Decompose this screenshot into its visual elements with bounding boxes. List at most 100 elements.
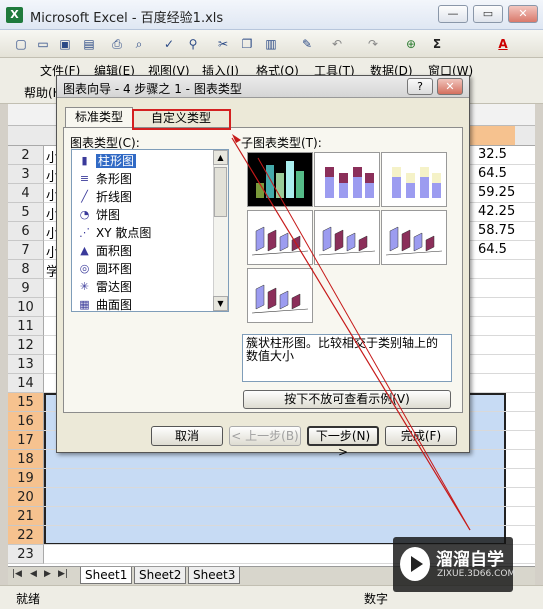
dialog-title: 图表向导 - 4 步骤之 1 - 图表类型 (63, 82, 242, 96)
close-window-button[interactable]: ✕ (508, 5, 538, 23)
restore-button[interactable]: ▭ (473, 5, 503, 23)
chart-description: 簇状柱形图。比较相交于类别轴上的数值大小 (242, 334, 452, 382)
scroll-up-icon[interactable]: ▲ (213, 150, 228, 165)
help-button[interactable]: ? (407, 78, 433, 95)
row-header[interactable]: 5 (8, 203, 44, 222)
chart-type-item[interactable]: ╱ 折线图 (74, 188, 212, 206)
row-header[interactable]: 21 (8, 507, 44, 526)
sub-type-label: 子图表类型(T): (241, 136, 322, 150)
tab-standard-types[interactable]: 标准类型 (65, 107, 133, 127)
chart-type-list[interactable]: ▮ 柱形图 ≡ 条形图 ╱ 折线图 ◔ 饼图 ⋰ XY 散点图 ▲ 面积图 ◎ 圆环图 ✳ 雷达图 ▦ 曲面图 (71, 149, 229, 312)
row-header[interactable]: 23 (8, 545, 44, 564)
row-header[interactable]: 16 (8, 412, 44, 431)
chart-type-item[interactable]: ◎ 圆环图 (74, 260, 212, 278)
chart-subtype-thumbnail[interactable] (381, 210, 447, 265)
row-header[interactable]: 8 (8, 260, 44, 279)
finish-button[interactable]: 完成(F) (385, 426, 457, 446)
row-header[interactable]: 14 (8, 374, 44, 393)
chart-subtype-thumbnail[interactable] (247, 152, 313, 207)
preview-sample-button[interactable]: 按下不放可查看示例(V) (243, 390, 451, 409)
play-icon (400, 547, 430, 581)
print-icon[interactable]: ⎙ (108, 35, 126, 53)
scroll-thumb[interactable] (214, 167, 227, 217)
font-color-icon[interactable]: A (494, 35, 512, 53)
sheet-tab-3[interactable]: Sheet3 (188, 567, 241, 584)
next-sheet-icon[interactable]: ▶ (44, 569, 51, 579)
row-header[interactable]: 12 (8, 336, 44, 355)
format-painter-icon[interactable]: ✎ (298, 35, 316, 53)
row-header[interactable]: 9 (8, 279, 44, 298)
cell-value[interactable]: 64.5 (478, 166, 507, 181)
chart-type-label-text: 条形图 (96, 172, 133, 186)
undo-icon[interactable]: ↶ (328, 35, 346, 53)
status-text: 就绪 (16, 592, 41, 606)
print-preview-icon[interactable]: ⌕ (130, 35, 148, 53)
copy-icon[interactable]: ❐ (238, 35, 256, 53)
row-header[interactable]: 3 (8, 165, 44, 184)
sheet-tab-1[interactable]: Sheet1 (80, 567, 133, 584)
cell-value[interactable]: 64.5 (478, 242, 507, 257)
line-chart-icon: ╱ (81, 190, 88, 203)
chart-subtype-thumbnail[interactable] (247, 210, 313, 265)
cell-value[interactable]: 42.25 (478, 204, 515, 219)
cell-value[interactable]: 32.5 (478, 147, 507, 162)
chart-type-item[interactable]: ✳ 雷达图 (74, 278, 212, 296)
chart-type-item[interactable]: ⋰ XY 散点图 (74, 224, 212, 242)
paste-icon[interactable]: ▥ (262, 35, 280, 53)
chart-type-item[interactable]: ▲ 面积图 (74, 242, 212, 260)
chart-subtype-thumbnail[interactable] (247, 268, 313, 323)
horizontal-bar-icon: ≡ (79, 172, 90, 185)
bar-chart-icon: ▮ (81, 154, 88, 167)
scroll-down-icon[interactable]: ▼ (213, 296, 228, 311)
dialog-close-button[interactable]: ✕ (437, 78, 463, 95)
chart-type-label-text: 曲面图 (96, 298, 133, 312)
chart-subtype-thumbnail[interactable] (314, 152, 380, 207)
row-header[interactable]: 2 (8, 146, 44, 165)
hyperlink-icon[interactable]: ⊕ (402, 35, 420, 53)
row-header[interactable]: 17 (8, 431, 44, 450)
back-button[interactable]: < 上一步(B) (229, 426, 301, 446)
spelling-icon[interactable]: ✓ (160, 35, 178, 53)
open-icon[interactable]: ▭ (34, 35, 52, 53)
cut-icon[interactable]: ✂ (214, 35, 232, 53)
research-icon[interactable]: ⚲ (184, 35, 202, 53)
pie-chart-icon: ◔ (79, 208, 90, 221)
first-sheet-icon[interactable]: |◀ (12, 569, 22, 579)
chart-type-item[interactable]: ▦ 曲面图 (74, 296, 212, 314)
chart-type-label-text: 圆环图 (96, 262, 133, 276)
minimize-button[interactable]: — (438, 5, 468, 23)
cell-value[interactable]: 59.25 (478, 185, 515, 200)
chart-type-item[interactable]: ≡ 条形图 (74, 170, 212, 188)
chart-type-label-text: XY 散点图 (96, 226, 152, 240)
chart-subtype-thumbnail[interactable] (314, 210, 380, 265)
row-header[interactable]: 22 (8, 526, 44, 545)
chart-type-item[interactable]: ▮ 柱形图 (74, 152, 212, 170)
watermark-brand: 溜溜自学 (436, 550, 504, 570)
autosum-icon[interactable]: Σ (428, 35, 446, 53)
prev-sheet-icon[interactable]: ◀ (30, 569, 37, 579)
row-header[interactable]: 20 (8, 488, 44, 507)
row-header[interactable]: 6 (8, 222, 44, 241)
redo-icon[interactable]: ↷ (364, 35, 382, 53)
row-header[interactable]: 10 (8, 298, 44, 317)
sheet-tab-2[interactable]: Sheet2 (134, 567, 187, 584)
last-sheet-icon[interactable]: ▶| (58, 569, 68, 579)
chart-subtype-thumbnail[interactable] (381, 152, 447, 207)
chart-type-item[interactable]: ◔ 饼图 (74, 206, 212, 224)
save-icon[interactable]: ▣ (56, 35, 74, 53)
cell-value[interactable]: 58.75 (478, 223, 515, 238)
row-header[interactable]: 18 (8, 450, 44, 469)
row-header[interactable]: 11 (8, 317, 44, 336)
row-header[interactable]: 13 (8, 355, 44, 374)
radar-chart-icon: ✳ (79, 280, 90, 293)
row-header[interactable]: 4 (8, 184, 44, 203)
new-file-icon[interactable]: ▢ (12, 35, 30, 53)
permission-icon[interactable]: ▤ (80, 35, 98, 53)
cancel-button[interactable]: 取消 (151, 426, 223, 446)
watermark-logo: 溜溜自学 ZIXUE.3D66.COM (393, 537, 515, 592)
row-header[interactable]: 19 (8, 469, 44, 488)
row-header[interactable]: 7 (8, 241, 44, 260)
row-header[interactable]: 15 (8, 393, 44, 412)
next-button[interactable]: 下一步(N) > (307, 426, 379, 459)
standard-toolbar: ▢ ▭ ▣ ▤ ⎙ ⌕ ✓ ⚲ ✂ ❐ ▥ ✎ ↶ ↷ ⊕ Σ A (0, 30, 543, 58)
